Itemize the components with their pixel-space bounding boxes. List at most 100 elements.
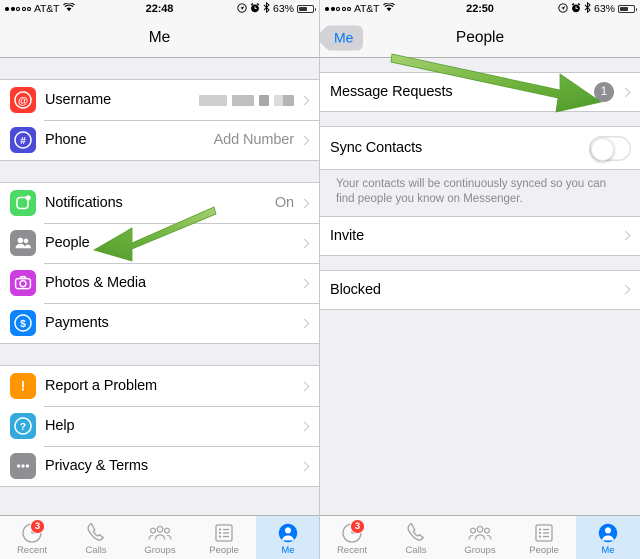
groups-icon: [468, 521, 492, 544]
group-preferences: Notifications On People Photos & Media $…: [0, 182, 319, 344]
hash-icon: #: [10, 127, 36, 153]
tab-people[interactable]: People: [192, 516, 256, 559]
question-icon: ?: [10, 413, 36, 439]
tab-groups[interactable]: Groups: [128, 516, 192, 559]
dollar-icon: $: [10, 310, 36, 336]
row-label: Invite: [330, 227, 365, 244]
exclamation-icon: !: [10, 373, 36, 399]
row-label: Privacy & Terms: [45, 458, 148, 474]
back-button-pill: Me: [327, 25, 364, 50]
people-icon: [10, 230, 36, 256]
list-icon: [212, 521, 236, 544]
row-username[interactable]: @ Username: [0, 80, 319, 120]
settings-list: @ Username # Phone Add Number Notificati…: [0, 58, 319, 515]
page-title: People: [455, 28, 505, 46]
chevron-right-icon: [299, 135, 310, 145]
row-label: Message Requests: [330, 84, 453, 100]
row-label: Blocked: [330, 281, 381, 298]
list-icon: [532, 521, 556, 544]
phone-icon: [404, 521, 428, 544]
tab-label: Recent: [336, 545, 368, 556]
svg-text:$: $: [20, 318, 26, 330]
person-icon: [596, 521, 620, 544]
tab-calls[interactable]: Calls: [384, 516, 448, 559]
tab-label: Me: [601, 545, 615, 556]
battery-icon: [618, 4, 637, 14]
people-settings-list: Message Requests 1 Sync Contacts Your co…: [320, 58, 640, 515]
location-icon: [237, 2, 247, 16]
username-redacted-value: [199, 94, 294, 106]
tab-bar: 3 Recent Calls Groups People Me: [0, 515, 319, 559]
tab-me[interactable]: Me: [576, 516, 640, 559]
bluetooth-icon: [584, 1, 591, 16]
row-help[interactable]: ? Help: [0, 406, 319, 446]
tab-calls[interactable]: Calls: [64, 516, 128, 559]
chevron-right-icon: [299, 421, 310, 431]
tab-label: Groups: [464, 545, 496, 556]
chevron-right-icon: [620, 87, 631, 97]
status-bar-right: 63%: [237, 1, 316, 16]
alarm-icon: [571, 2, 581, 16]
at-sign-icon: @: [10, 87, 36, 113]
tab-label: Me: [281, 545, 295, 556]
row-notifications[interactable]: Notifications On: [0, 183, 319, 223]
tab-people[interactable]: People: [512, 516, 576, 559]
chevron-right-icon: [620, 230, 631, 241]
tab-me[interactable]: Me: [256, 516, 319, 559]
row-value: Add Number: [213, 132, 295, 148]
chevron-right-icon: [299, 198, 310, 208]
sync-contacts-toggle[interactable]: [589, 135, 631, 161]
row-label: Username: [45, 92, 112, 108]
back-button[interactable]: Me: [327, 25, 364, 50]
group-blocked: Blocked: [320, 269, 640, 310]
row-label: Notifications: [45, 195, 123, 211]
nav-bar: Me: [0, 18, 319, 58]
svg-text:@: @: [18, 95, 28, 107]
chevron-right-icon: [620, 284, 631, 295]
row-phone[interactable]: # Phone Add Number: [0, 120, 319, 160]
row-message-requests[interactable]: Message Requests 1: [320, 73, 640, 111]
svg-text:?: ?: [20, 421, 26, 433]
phone-screen-me: AT&T 22:48 63% Me @ Username # Phone Add…: [0, 0, 320, 559]
row-invite[interactable]: Invite: [320, 216, 640, 255]
tab-bar: 3 Recent Calls Groups People Me: [320, 515, 640, 559]
list-top-spacer: [320, 58, 640, 72]
row-people[interactable]: People: [0, 223, 319, 263]
groups-icon: [148, 521, 172, 544]
row-photos-media[interactable]: Photos & Media: [0, 263, 319, 303]
screenshot-root: AT&T 22:48 63% Me @ Username # Phone Add…: [0, 0, 640, 559]
status-bar: AT&T 22:50 63%: [320, 0, 640, 18]
clock-icon: 3: [20, 519, 45, 544]
svg-text:#: #: [20, 136, 26, 147]
tab-recent[interactable]: 3 Recent: [0, 516, 64, 559]
row-value: On: [274, 195, 294, 211]
row-report-a-problem[interactable]: ! Report a Problem: [0, 366, 319, 406]
row-label: Sync Contacts: [330, 140, 423, 156]
tab-badge: 3: [30, 519, 45, 534]
battery-percent-label: 63%: [593, 3, 615, 15]
row-privacy-terms[interactable]: Privacy & Terms: [0, 446, 319, 486]
status-bar: AT&T 22:48 63%: [0, 0, 319, 18]
row-label: People: [45, 235, 90, 251]
group-support: ! Report a Problem ? Help Privacy & Term…: [0, 365, 319, 487]
status-bar-right: 63%: [558, 1, 637, 16]
ellipsis-icon: [10, 453, 36, 479]
tab-label: Recent: [16, 545, 48, 556]
row-sync-contacts[interactable]: Sync Contacts: [320, 127, 640, 169]
chevron-right-icon: [299, 95, 310, 105]
tab-label: People: [209, 545, 239, 556]
tab-label: Calls: [405, 545, 427, 556]
row-blocked[interactable]: Blocked: [320, 270, 640, 309]
tab-recent[interactable]: 3 Recent: [320, 516, 384, 559]
battery-percent-label: 63%: [272, 3, 294, 15]
chevron-right-icon: [299, 381, 310, 391]
sync-contacts-description: Your contacts will be continuously synce…: [320, 170, 640, 216]
tab-groups[interactable]: Groups: [448, 516, 512, 559]
row-payments[interactable]: $ Payments: [0, 303, 319, 343]
tab-label: Groups: [144, 545, 176, 556]
location-icon: [558, 2, 568, 16]
